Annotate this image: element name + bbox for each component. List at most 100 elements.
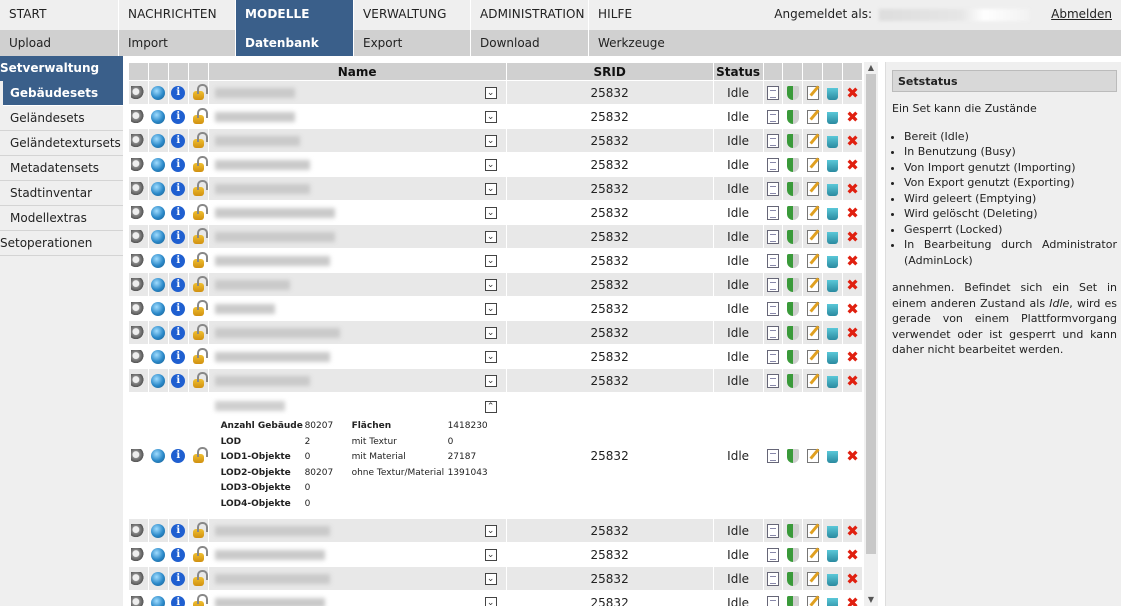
tools-cell[interactable] (129, 369, 148, 392)
subnav-export[interactable]: Export (353, 30, 470, 56)
header-srid[interactable]: SRID (506, 63, 713, 80)
collapse-icon[interactable]: ⌃ (484, 401, 497, 413)
tools-cell[interactable] (129, 345, 148, 368)
trash-cell[interactable] (823, 543, 843, 566)
lock-icon[interactable] (192, 251, 208, 268)
document-cell[interactable] (763, 345, 783, 368)
tools-cell[interactable] (129, 543, 148, 566)
globe-icon[interactable] (151, 373, 166, 388)
view-cell[interactable] (148, 225, 168, 248)
shield-cell[interactable] (783, 297, 803, 320)
edit-cell[interactable] (803, 369, 823, 392)
document-cell[interactable] (763, 81, 783, 104)
lock-icon[interactable] (192, 323, 208, 340)
sidebar-item-gelaendetextursets[interactable]: Geländetextursets (0, 131, 123, 156)
subnav-werkzeuge[interactable]: Werkzeuge (588, 30, 705, 56)
edit-icon[interactable] (806, 85, 819, 100)
wrench-icon[interactable] (131, 325, 146, 340)
lock-icon[interactable] (192, 299, 208, 316)
edit-cell[interactable] (803, 249, 823, 272)
delete-icon[interactable]: ✖ (846, 109, 860, 124)
tools-cell[interactable] (129, 297, 148, 320)
tools-cell[interactable] (129, 273, 148, 296)
info-cell[interactable]: i (168, 273, 188, 296)
info-cell[interactable]: i (168, 321, 188, 344)
scroll-thumb[interactable] (866, 74, 876, 554)
info-icon[interactable]: i (171, 523, 186, 538)
wrench-icon[interactable] (131, 181, 146, 196)
trash-cell[interactable] (823, 297, 843, 320)
delete-cell[interactable]: ✖ (843, 273, 862, 296)
shield-icon[interactable] (786, 595, 799, 606)
document-icon[interactable] (766, 133, 779, 148)
tools-cell[interactable] (129, 105, 148, 128)
tools-cell[interactable] (129, 177, 148, 200)
view-cell[interactable] (148, 345, 168, 368)
document-icon[interactable] (766, 229, 779, 244)
wrench-icon[interactable] (131, 448, 146, 463)
lock-cell[interactable] (188, 393, 208, 518)
delete-icon[interactable]: ✖ (846, 373, 860, 388)
info-cell[interactable]: i (168, 393, 188, 518)
expand-icon[interactable]: ⌄ (484, 206, 497, 219)
lock-icon[interactable] (192, 569, 208, 586)
trash-cell[interactable] (823, 81, 843, 104)
lock-icon[interactable] (192, 521, 208, 538)
shield-cell[interactable] (783, 105, 803, 128)
lock-icon[interactable] (192, 275, 208, 292)
view-cell[interactable] (148, 543, 168, 566)
delete-icon[interactable]: ✖ (846, 277, 860, 292)
info-cell[interactable]: i (168, 153, 188, 176)
subnav-download[interactable]: Download (470, 30, 588, 56)
wrench-icon[interactable] (131, 205, 146, 220)
view-cell[interactable] (148, 81, 168, 104)
delete-cell[interactable]: ✖ (843, 177, 862, 200)
view-cell[interactable] (148, 591, 168, 606)
info-icon[interactable]: i (171, 448, 186, 463)
trash-icon[interactable] (827, 549, 839, 562)
trash-cell[interactable] (823, 393, 843, 518)
edit-cell[interactable] (803, 177, 823, 200)
document-icon[interactable] (766, 325, 779, 340)
lock-cell[interactable] (188, 543, 208, 566)
lock-cell[interactable] (188, 153, 208, 176)
trash-icon[interactable] (827, 87, 839, 100)
trash-cell[interactable] (823, 273, 843, 296)
trash-icon[interactable] (827, 327, 839, 340)
info-cell[interactable]: i (168, 249, 188, 272)
lock-cell[interactable] (188, 129, 208, 152)
nav-nachrichten[interactable]: NACHRICHTEN (118, 0, 235, 30)
lock-cell[interactable] (188, 249, 208, 272)
document-icon[interactable] (766, 595, 779, 606)
document-icon[interactable] (766, 157, 779, 172)
edit-icon[interactable] (806, 229, 819, 244)
tools-cell[interactable] (129, 201, 148, 224)
view-cell[interactable] (148, 201, 168, 224)
delete-icon[interactable]: ✖ (846, 253, 860, 268)
trash-cell[interactable] (823, 177, 843, 200)
expand-icon[interactable]: ⌄ (484, 230, 497, 243)
info-cell[interactable]: i (168, 369, 188, 392)
edit-icon[interactable] (806, 547, 819, 562)
delete-cell[interactable]: ✖ (843, 129, 862, 152)
delete-cell[interactable]: ✖ (843, 591, 862, 606)
delete-cell[interactable]: ✖ (843, 369, 862, 392)
lock-icon[interactable] (192, 131, 208, 148)
globe-icon[interactable] (151, 571, 166, 586)
lock-cell[interactable] (188, 105, 208, 128)
shield-cell[interactable] (783, 321, 803, 344)
info-cell[interactable]: i (168, 543, 188, 566)
wrench-icon[interactable] (131, 547, 146, 562)
shield-cell[interactable] (783, 225, 803, 248)
document-icon[interactable] (766, 277, 779, 292)
document-icon[interactable] (766, 448, 779, 463)
view-cell[interactable] (148, 519, 168, 542)
delete-cell[interactable]: ✖ (843, 393, 862, 518)
delete-cell[interactable]: ✖ (843, 201, 862, 224)
delete-cell[interactable]: ✖ (843, 567, 862, 590)
globe-icon[interactable] (151, 85, 166, 100)
trash-cell[interactable] (823, 591, 843, 606)
delete-cell[interactable]: ✖ (843, 153, 862, 176)
edit-icon[interactable] (806, 157, 819, 172)
delete-icon[interactable]: ✖ (846, 547, 860, 562)
